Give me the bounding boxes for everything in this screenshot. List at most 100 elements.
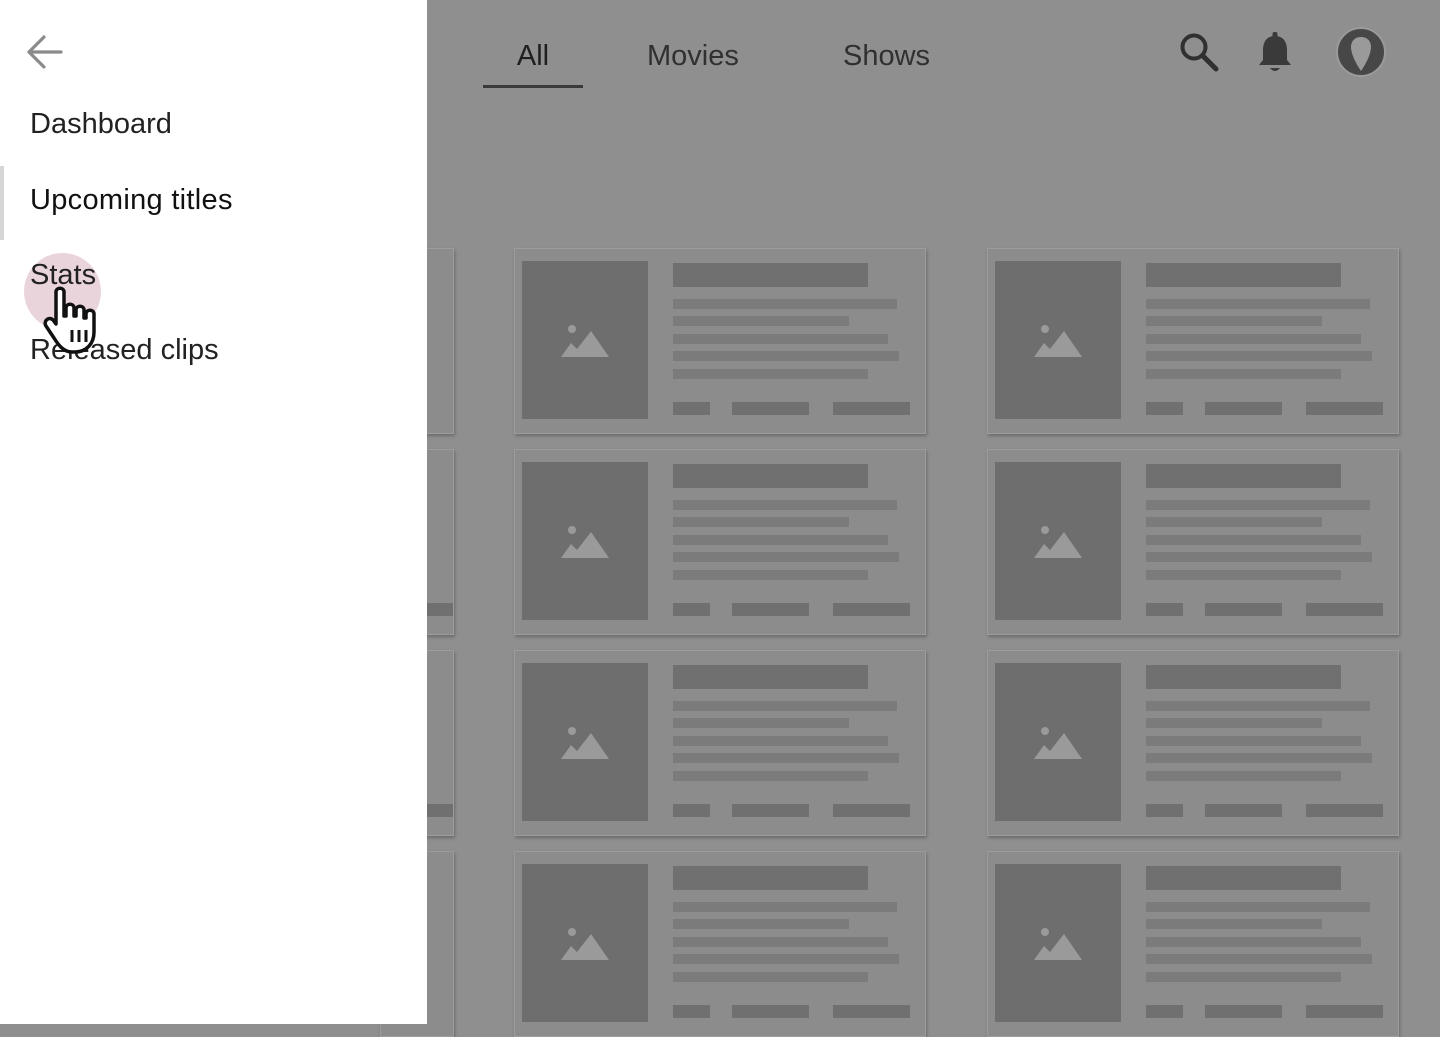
card-title-placeholder <box>673 263 868 287</box>
card-action-bar <box>423 603 453 616</box>
content-card[interactable] <box>514 650 926 836</box>
card-title-placeholder <box>673 866 868 890</box>
card-text-line <box>1146 718 1322 728</box>
drawer-item-label: Upcoming titles <box>30 184 233 216</box>
card-text-line <box>1146 919 1322 929</box>
tab-all[interactable]: All <box>483 40 583 73</box>
card-text-line <box>673 718 849 728</box>
card-text-line <box>673 736 888 746</box>
card-text-line <box>1146 316 1322 326</box>
content-card[interactable] <box>987 851 1399 1037</box>
card-title-placeholder <box>673 665 868 689</box>
card-text-line <box>673 937 888 947</box>
card-title-placeholder <box>1146 665 1341 689</box>
tab-shows[interactable]: Shows <box>843 40 930 73</box>
card-action-placeholder <box>1306 603 1383 616</box>
drawer-item-upcoming-titles[interactable]: Upcoming titles <box>0 166 427 240</box>
drawer-item-label: Released clips <box>30 334 219 366</box>
drawer-item-stats[interactable]: Stats <box>0 241 427 315</box>
image-placeholder <box>995 261 1121 419</box>
image-icon <box>1034 928 1082 960</box>
drawer-item-label: Stats <box>30 259 97 291</box>
image-icon <box>561 526 609 558</box>
card-text-line <box>673 500 897 510</box>
image-placeholder <box>522 462 648 620</box>
card-action-placeholder <box>1306 1005 1383 1018</box>
image-icon <box>1034 526 1082 558</box>
image-placeholder <box>522 261 648 419</box>
image-placeholder <box>522 663 648 821</box>
card-text-line <box>1146 535 1361 545</box>
card-text-line <box>1146 771 1341 781</box>
image-icon <box>561 928 609 960</box>
content-card[interactable] <box>987 248 1399 434</box>
card-action-placeholder <box>1146 603 1183 616</box>
card-text-line <box>673 919 849 929</box>
card-action-placeholder <box>673 603 710 616</box>
card-text-line <box>1146 552 1372 562</box>
card-text-line <box>1146 500 1370 510</box>
card-text-line <box>673 771 868 781</box>
active-tab-indicator <box>483 85 583 88</box>
card-action-placeholder <box>673 804 710 817</box>
navigation-drawer: Dashboard Upcoming titles Stats Released… <box>0 0 427 1024</box>
drawer-item-label: Dashboard <box>30 108 172 140</box>
card-action-placeholder <box>1205 1005 1282 1018</box>
card-action-placeholder <box>673 1005 710 1018</box>
card-action-bar <box>423 804 453 817</box>
card-action-placeholder <box>732 1005 809 1018</box>
image-placeholder <box>522 864 648 1022</box>
card-text-line <box>1146 517 1322 527</box>
card-text-line <box>673 552 899 562</box>
image-placeholder <box>995 864 1121 1022</box>
content-card[interactable] <box>987 449 1399 635</box>
search-icon[interactable] <box>1178 31 1220 73</box>
card-title-placeholder <box>1146 464 1341 488</box>
card-text-line <box>1146 937 1361 947</box>
image-icon <box>561 727 609 759</box>
content-card[interactable] <box>514 449 926 635</box>
card-text-line <box>673 517 849 527</box>
image-icon <box>1034 325 1082 357</box>
content-card[interactable] <box>514 248 926 434</box>
card-text-line <box>673 972 868 982</box>
card-text-line <box>1146 753 1372 763</box>
card-title-placeholder <box>1146 866 1341 890</box>
image-placeholder <box>995 462 1121 620</box>
card-text-line <box>1146 334 1361 344</box>
card-text-line <box>673 299 897 309</box>
card-text-line <box>673 753 899 763</box>
card-action-placeholder <box>833 402 910 415</box>
tab-movies[interactable]: Movies <box>647 40 739 73</box>
card-action-placeholder <box>1306 804 1383 817</box>
card-text-line <box>1146 954 1372 964</box>
card-text-line <box>673 570 868 580</box>
card-action-placeholder <box>1306 402 1383 415</box>
content-card[interactable] <box>987 650 1399 836</box>
drawer-item-released-clips[interactable]: Released clips <box>0 316 427 390</box>
card-action-placeholder <box>1146 402 1183 415</box>
card-text-line <box>1146 902 1370 912</box>
card-text-line <box>673 369 868 379</box>
card-action-placeholder <box>833 1005 910 1018</box>
card-text-line <box>1146 701 1370 711</box>
card-action-placeholder <box>833 804 910 817</box>
card-title-placeholder <box>1146 263 1341 287</box>
card-action-placeholder <box>1146 1005 1183 1018</box>
card-text-line <box>673 701 897 711</box>
card-text-line <box>1146 736 1361 746</box>
card-action-placeholder <box>732 804 809 817</box>
image-icon <box>561 325 609 357</box>
content-card[interactable] <box>514 851 926 1037</box>
arrow-left-icon[interactable] <box>26 34 64 70</box>
card-text-line <box>673 316 849 326</box>
card-text-line <box>673 334 888 344</box>
card-text-line <box>1146 570 1341 580</box>
drawer-item-dashboard[interactable]: Dashboard <box>0 90 427 164</box>
avatar[interactable] <box>1336 27 1386 77</box>
bell-icon[interactable] <box>1256 32 1294 74</box>
card-action-placeholder <box>833 603 910 616</box>
card-text-line <box>1146 299 1370 309</box>
card-action-placeholder <box>1205 603 1282 616</box>
card-text-line <box>1146 351 1372 361</box>
